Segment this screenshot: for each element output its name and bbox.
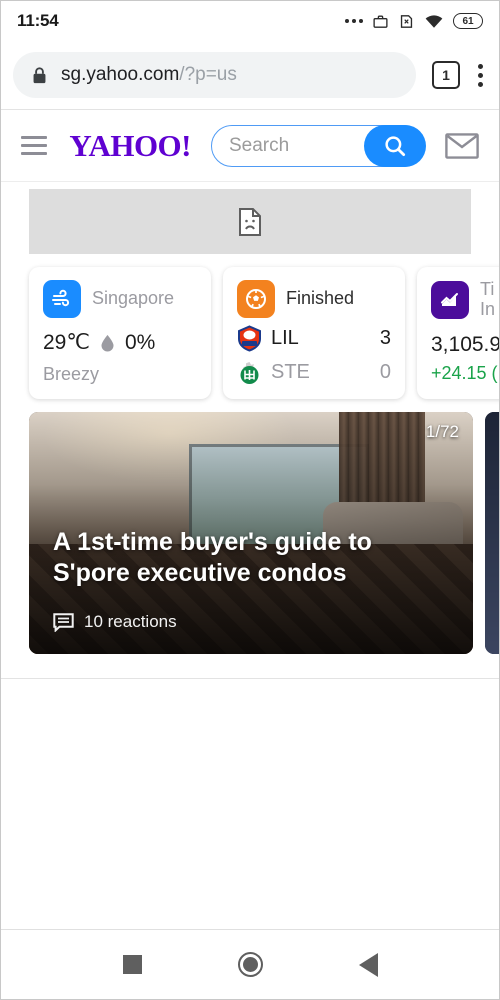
address-bar[interactable]: sg.yahoo.com/?p=us <box>13 52 416 98</box>
sports-status: Finished <box>286 288 355 309</box>
sports-team-row-home: LIL 3 <box>237 325 391 352</box>
work-profile-briefcase-icon <box>373 15 388 28</box>
finance-change: +24.15 ( <box>431 362 498 383</box>
next-article-photo <box>485 412 499 654</box>
weather-precipitation: 0% <box>124 330 156 354</box>
info-card-carousel[interactable]: Singapore 29℃ 0% Breezy Finished LIL 3 S… <box>1 254 499 412</box>
triangle-back-icon[interactable] <box>358 952 378 977</box>
status-clock: 11:54 <box>17 11 59 30</box>
comment-bubble-icon <box>53 612 74 632</box>
status-icon-group: 61 <box>345 13 483 30</box>
browser-toolbar: sg.yahoo.com/?p=us 1 <box>1 41 499 109</box>
finance-index-name: Ti In <box>480 279 496 319</box>
android-navigation-bar <box>1 929 499 999</box>
home-team-score: 3 <box>379 327 391 349</box>
search-input[interactable] <box>212 134 364 157</box>
search-icon <box>384 135 405 156</box>
weather-readings: 29℃ 0% <box>43 330 197 355</box>
article-headline[interactable]: A 1st-time buyer's guide to S'pore execu… <box>53 527 449 588</box>
article-card[interactable]: 1/72 A 1st-time buyer's guide to S'pore … <box>29 412 473 654</box>
sports-card-header: Finished <box>237 280 391 318</box>
saint-etienne-crest-icon <box>240 362 259 384</box>
hamburger-menu-icon[interactable] <box>21 136 48 155</box>
yahoo-site-header: YAHOO! <box>1 110 499 182</box>
battery-icon: 61 <box>453 13 483 29</box>
broken-image-icon <box>239 207 261 236</box>
mail-envelope-icon[interactable] <box>445 132 479 159</box>
away-team-abbr: STE <box>271 361 310 383</box>
soccer-ball-icon <box>237 280 275 318</box>
water-drop-icon <box>101 334 114 351</box>
yahoo-logo[interactable]: YAHOO! <box>69 130 191 161</box>
url-domain: sg.yahoo.com <box>61 64 180 85</box>
tab-count-label: 1 <box>442 67 450 83</box>
sim-disabled-icon <box>400 14 413 28</box>
finance-card-header: Ti In <box>431 279 499 320</box>
sports-score-card[interactable]: Finished LIL 3 STE 0 <box>223 267 405 399</box>
article-reactions[interactable]: 10 reactions <box>53 612 177 632</box>
search-box[interactable] <box>211 124 426 167</box>
broken-image-banner <box>29 189 471 254</box>
wifi-icon <box>425 14 443 28</box>
sports-team-row-away: STE 0 <box>237 359 391 386</box>
weather-condition: Breezy <box>43 364 100 384</box>
url-text: sg.yahoo.com/?p=us <box>61 64 237 86</box>
home-team-abbr: LIL <box>271 327 299 349</box>
away-team-score: 0 <box>379 361 391 383</box>
wind-icon <box>43 280 81 318</box>
trending-chart-icon <box>431 280 469 319</box>
article-card-next[interactable] <box>485 412 499 654</box>
article-counter-badge: 1/72 <box>425 422 459 441</box>
weather-location: Singapore <box>92 288 175 309</box>
tab-switcher-button[interactable]: 1 <box>432 61 460 89</box>
article-carousel[interactable]: 1/72 A 1st-time buyer's guide to S'pore … <box>1 412 499 654</box>
square-recents-icon[interactable] <box>122 955 142 974</box>
search-button[interactable] <box>363 124 426 167</box>
overflow-dots-icon <box>345 19 363 23</box>
article-reactions-count: 10 reactions <box>84 612 177 631</box>
finance-value: 3,105.9 <box>431 332 499 356</box>
finance-card[interactable]: Ti In 3,105.9 +24.15 ( <box>417 267 499 399</box>
phone-screen: 11:54 61 sg.yahoo.com/?p=us 1 YAHOO! Sea… <box>0 0 500 1000</box>
lille-crest-icon <box>238 325 261 352</box>
lock-icon <box>33 66 46 83</box>
weather-card-header: Singapore <box>43 280 197 318</box>
status-bar: 11:54 61 <box>1 1 499 41</box>
page-viewport: YAHOO! Search Singapore 29℃ 0% Breezy Fi… <box>1 109 499 929</box>
battery-level: 61 <box>462 15 474 27</box>
url-path: /?p=us <box>179 64 237 85</box>
circle-home-icon[interactable] <box>237 952 263 977</box>
weather-card[interactable]: Singapore 29℃ 0% Breezy <box>29 267 211 399</box>
browser-menu-button[interactable] <box>478 63 483 87</box>
content-divider <box>1 678 499 679</box>
weather-temperature: 29℃ <box>43 331 90 354</box>
